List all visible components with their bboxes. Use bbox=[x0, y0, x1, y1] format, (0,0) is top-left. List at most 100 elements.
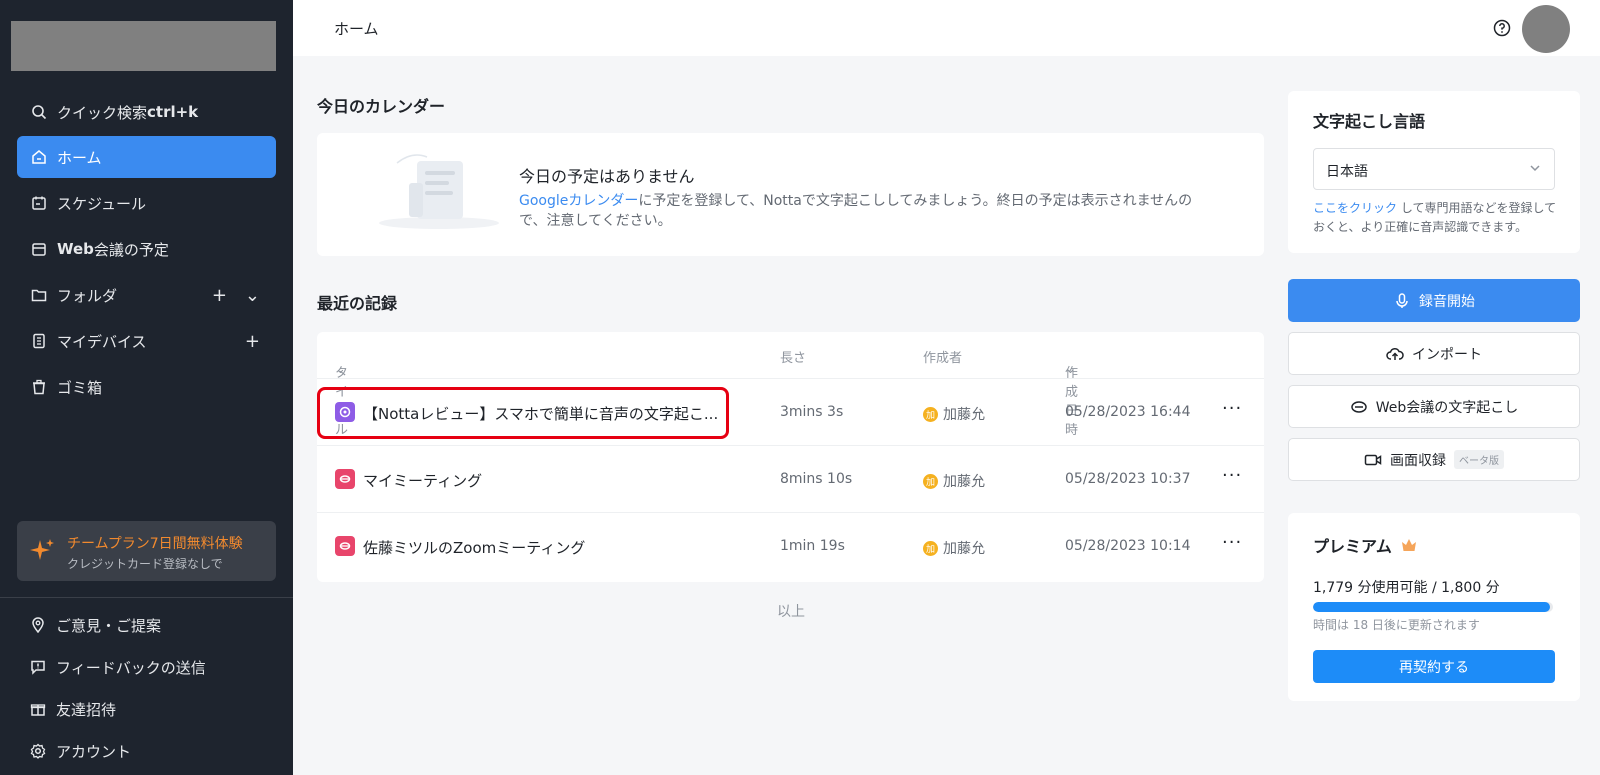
sidebar-item-suggestions[interactable]: ご意見・ご提案 bbox=[29, 612, 161, 638]
premium-title: プレミアム bbox=[1313, 533, 1418, 557]
quick-search-shortcut: ctrl+k bbox=[147, 103, 199, 121]
beta-badge: ベータ版 bbox=[1454, 450, 1504, 469]
sidebar: クイック検索 ctrl+k ホーム スケジュール Web 会議の予定 フォルダ … bbox=[0, 0, 293, 775]
sparkle-icon bbox=[30, 539, 54, 560]
sidebar-item-web-meetings[interactable]: Web 会議の予定 bbox=[17, 228, 276, 270]
author-avatar: 加 bbox=[923, 406, 938, 422]
sidebar-item-label: 友達招待 bbox=[56, 700, 117, 719]
import-label: インポート bbox=[1412, 346, 1482, 363]
folder-icon bbox=[30, 286, 48, 304]
record-date: 05/28/2023 16:44 bbox=[1065, 404, 1191, 420]
records-table: タイトル⌄ 長さ 作成者 作成日時⌄ 【Nottaレビュー】スマホで簡単に音声の… bbox=[317, 332, 1264, 582]
language-selected-value: 日本語 bbox=[1326, 164, 1368, 180]
microphone-icon bbox=[1396, 292, 1408, 308]
record-author: 加加藤允 bbox=[923, 471, 985, 491]
web-meeting-transcription-button[interactable]: Web会議の文字起こし bbox=[1288, 385, 1580, 428]
video-camera-icon bbox=[1364, 454, 1382, 465]
feedback-icon bbox=[29, 658, 47, 676]
usage-text: 1,779 分使用可能 / 1,800 分 bbox=[1313, 580, 1500, 596]
cloud-upload-icon bbox=[1386, 347, 1404, 360]
avatar[interactable] bbox=[1522, 5, 1570, 53]
calendar-section-title: 今日のカレンダー bbox=[317, 97, 446, 116]
top-header: ホーム bbox=[293, 0, 1600, 56]
sidebar-divider bbox=[0, 597, 293, 598]
gift-icon bbox=[29, 700, 47, 718]
promo-subtitle: クレジットカード登録なしで bbox=[67, 557, 223, 571]
records-section-title: 最近の記録 bbox=[317, 294, 398, 313]
location-pin-icon bbox=[29, 616, 47, 634]
home-icon bbox=[30, 148, 48, 166]
more-options-icon[interactable]: ··· bbox=[1222, 398, 1242, 419]
record-author: 加加藤允 bbox=[923, 538, 985, 558]
chevron-down-icon[interactable]: ⌄ bbox=[245, 285, 260, 306]
add-folder-icon[interactable]: + bbox=[212, 285, 227, 306]
author-name: 加藤允 bbox=[943, 541, 985, 557]
more-options-icon[interactable]: ··· bbox=[1222, 465, 1242, 486]
quick-search-button[interactable]: クイック検索 ctrl+k bbox=[17, 91, 276, 133]
record-title[interactable]: 佐藤ミツルのZoomミーティング bbox=[363, 537, 585, 558]
search-icon bbox=[30, 103, 48, 121]
record-length: 1min 19s bbox=[780, 538, 845, 554]
empty-calendar-illustration bbox=[379, 154, 499, 229]
language-card-title: 文字起こし言語 bbox=[1313, 112, 1426, 131]
transcription-language-card: 文字起こし言語 日本語 ここをクリック して専門用語などを登録しておくと、より正… bbox=[1288, 91, 1580, 253]
language-select[interactable]: 日本語 bbox=[1313, 148, 1555, 190]
trash-icon bbox=[30, 378, 48, 396]
chevron-down-icon: ⌄ bbox=[1065, 362, 1076, 377]
column-header-length: 長さ bbox=[780, 351, 807, 366]
sidebar-item-home[interactable]: ホーム bbox=[17, 136, 276, 178]
meeting-icon bbox=[335, 469, 355, 489]
record-author: 加加藤允 bbox=[923, 404, 985, 424]
renew-plan-button[interactable]: 再契約する bbox=[1313, 650, 1555, 683]
sidebar-item-label: ホーム bbox=[57, 148, 102, 167]
crown-icon bbox=[1401, 539, 1416, 551]
screen-record-button[interactable]: 画面収録 ベータ版 bbox=[1288, 438, 1580, 481]
sidebar-item-label: マイデバイス bbox=[57, 332, 147, 351]
calendar-description: Googleカレンダーに予定を登録して、Nottaで文字起こししてみましょう。終… bbox=[519, 191, 1219, 231]
sidebar-item-label: フォルダ bbox=[57, 286, 118, 305]
sidebar-item-schedule[interactable]: スケジュール bbox=[17, 182, 276, 224]
table-row[interactable]: 佐藤ミツルのZoomミーティング 1min 19s 加加藤允 05/28/202… bbox=[317, 512, 1264, 579]
chevron-down-icon bbox=[1530, 165, 1540, 172]
meeting-icon bbox=[335, 536, 355, 556]
start-recording-label: 録音開始 bbox=[1419, 293, 1475, 310]
author-name: 加藤允 bbox=[943, 407, 985, 423]
end-of-list-label: 以上 bbox=[777, 604, 805, 620]
custom-terms-link[interactable]: ここをクリック bbox=[1313, 201, 1397, 215]
premium-card: プレミアム 1,779 分使用可能 / 1,800 分 時間は 18 日後に更新… bbox=[1288, 513, 1580, 701]
sidebar-item-account[interactable]: アカウント bbox=[29, 738, 131, 764]
sidebar-item-my-devices[interactable]: マイデバイス + bbox=[17, 320, 276, 362]
sidebar-item-trash[interactable]: ゴミ箱 bbox=[17, 366, 276, 408]
record-title[interactable]: マイミーティング bbox=[363, 470, 482, 491]
sidebar-item-label: 会議の予定 bbox=[93, 240, 169, 259]
record-date: 05/28/2023 10:14 bbox=[1065, 538, 1191, 554]
screen-record-label: 画面収録 bbox=[1390, 452, 1446, 469]
add-device-icon[interactable]: + bbox=[245, 331, 260, 352]
renewal-note: 時間は 18 日後に更新されます bbox=[1313, 618, 1480, 632]
calendar-icon bbox=[30, 240, 48, 258]
device-icon bbox=[30, 332, 48, 350]
quick-search-label: クイック検索 bbox=[57, 103, 148, 122]
table-header: タイトル⌄ 長さ 作成者 作成日時⌄ bbox=[317, 332, 1264, 438]
record-length: 3mins 3s bbox=[780, 404, 844, 420]
author-avatar: 加 bbox=[923, 540, 938, 556]
breadcrumb: ホーム bbox=[334, 20, 379, 38]
table-row[interactable]: マイミーティング 8mins 10s 加加藤允 05/28/2023 10:37… bbox=[317, 445, 1264, 512]
sidebar-item-label: アカウント bbox=[56, 742, 132, 761]
schedule-icon bbox=[30, 194, 48, 212]
calendar-card: 今日の予定はありません Googleカレンダーに予定を登録して、Nottaで文字… bbox=[317, 133, 1264, 256]
help-icon[interactable] bbox=[1493, 19, 1511, 37]
start-recording-button[interactable]: 録音開始 bbox=[1288, 279, 1580, 322]
author-avatar: 加 bbox=[923, 473, 938, 489]
web-meeting-label: Web会議の文字起こし bbox=[1375, 399, 1519, 416]
no-events-title: 今日の予定はありません bbox=[519, 167, 695, 186]
sidebar-item-label: フィードバックの送信 bbox=[56, 658, 206, 677]
sidebar-item-folders[interactable]: フォルダ + ⌄ bbox=[17, 274, 276, 316]
import-button[interactable]: インポート bbox=[1288, 332, 1580, 375]
sidebar-item-feedback[interactable]: フィードバックの送信 bbox=[29, 654, 206, 680]
record-length: 8mins 10s bbox=[780, 471, 853, 487]
google-calendar-link[interactable]: Googleカレンダー bbox=[519, 193, 638, 209]
team-plan-promo[interactable]: チームプラン7日間無料体験 クレジットカード登録なしで bbox=[17, 521, 276, 581]
more-options-icon[interactable]: ··· bbox=[1222, 532, 1242, 553]
sidebar-item-invite[interactable]: 友達招待 bbox=[29, 696, 116, 722]
